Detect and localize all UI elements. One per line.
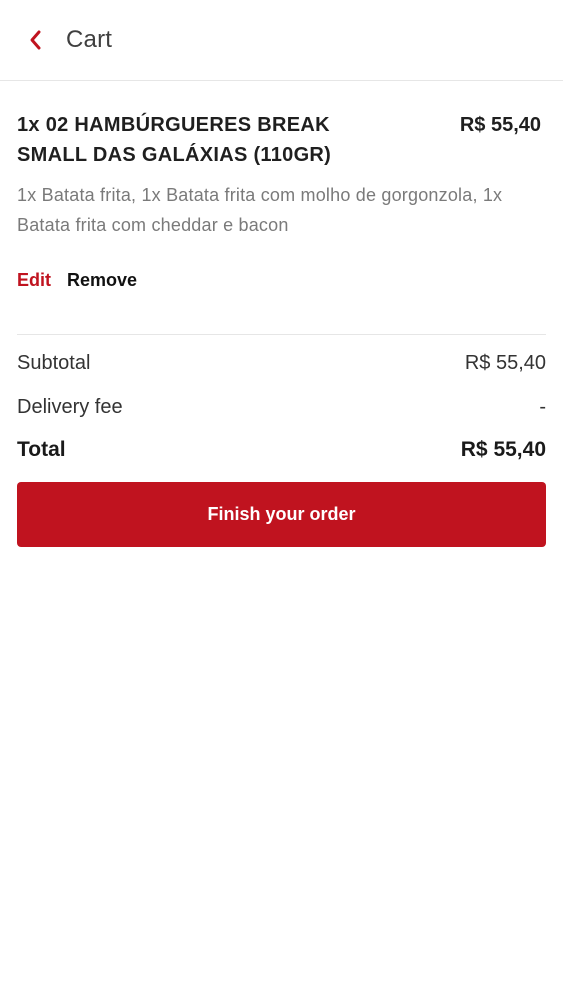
- subtotal-label: Subtotal: [17, 352, 91, 374]
- page-title: Cart: [66, 26, 113, 53]
- finish-order-button[interactable]: Finish your order: [17, 482, 546, 547]
- cart-item-price: R$ 55,40: [459, 114, 541, 136]
- total-label: Total: [17, 438, 66, 461]
- cart-item-options: 1x Batata frita, 1x Batata frita com mol…: [17, 185, 503, 235]
- back-button[interactable]: [18, 22, 52, 58]
- delivery-fee-label: Delivery fee: [17, 396, 123, 418]
- delivery-fee-row: Delivery fee -: [17, 394, 546, 420]
- divider: [17, 334, 546, 335]
- chevron-left-icon: [28, 29, 42, 51]
- subtotal-row: Subtotal R$ 55,40: [17, 350, 546, 376]
- total-value: R$ 55,40: [460, 438, 546, 461]
- cart-item-name: 1x 02 HAMBÚRGUERES BREAK SMALL DAS GALÁX…: [17, 114, 332, 166]
- cart-item-actions: Edit Remove: [17, 268, 137, 292]
- remove-link[interactable]: Remove: [67, 268, 137, 292]
- app-header: Cart: [0, 0, 563, 81]
- delivery-fee-value: -: [539, 396, 546, 418]
- total-row: Total R$ 55,40: [17, 437, 546, 463]
- edit-link[interactable]: Edit: [17, 268, 51, 292]
- subtotal-value: R$ 55,40: [464, 352, 546, 374]
